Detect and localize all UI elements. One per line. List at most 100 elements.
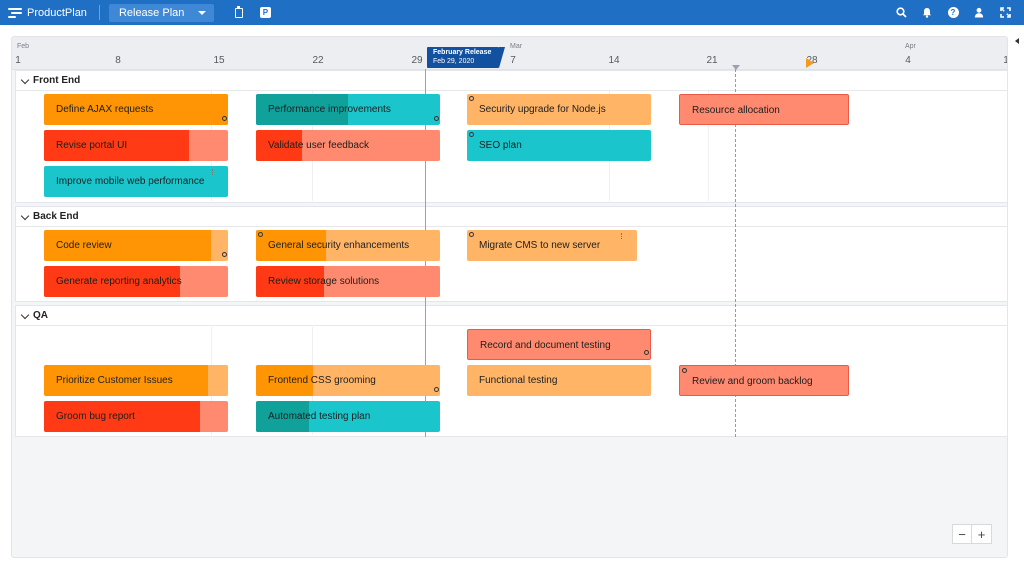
bar-revise-portal-ui[interactable]: Revise portal UI xyxy=(44,130,228,161)
bar-label: Review and groom backlog xyxy=(692,376,813,387)
bar-label: Performance improvements xyxy=(268,104,391,115)
clipboard-button[interactable] xyxy=(226,0,252,25)
bar-migrate-cms[interactable]: Migrate CMS to new server xyxy=(467,230,637,261)
drag-handle-icon[interactable] xyxy=(212,169,214,175)
chevron-down-icon[interactable] xyxy=(20,75,30,85)
bar-label: SEO plan xyxy=(479,140,522,151)
bar-seo-plan[interactable]: SEO plan xyxy=(467,130,651,161)
user-icon xyxy=(974,7,984,18)
bar-label: Frontend CSS grooming xyxy=(268,375,376,386)
milestone-name: February Release xyxy=(433,49,492,56)
bar-validate-user-feedback[interactable]: Validate user feedback xyxy=(256,130,440,161)
bar-performance-improvements[interactable]: Performance improvements xyxy=(256,94,440,125)
day-label: 1 xyxy=(1003,55,1007,66)
clipboard-icon xyxy=(235,5,244,18)
bar-groom-bug-report[interactable]: Groom bug report xyxy=(44,401,228,432)
bar-record-and-document-testing[interactable]: Record and document testing xyxy=(467,329,651,360)
dependency-icon[interactable] xyxy=(469,232,474,237)
productplan-logo[interactable]: ProductPlan xyxy=(8,0,87,25)
dependency-icon[interactable] xyxy=(222,252,227,257)
dependency-icon[interactable] xyxy=(469,132,474,137)
dependency-icon[interactable] xyxy=(434,116,439,121)
fullscreen-icon xyxy=(999,7,1011,18)
lane-header[interactable]: QA xyxy=(16,306,1007,326)
p-icon: P xyxy=(259,7,271,18)
bar-automated-testing-plan[interactable]: Automated testing plan xyxy=(256,401,440,432)
zoom-in-button[interactable]: + xyxy=(972,524,992,544)
bar-label: Improve mobile web performance xyxy=(56,176,205,187)
search-button[interactable] xyxy=(888,0,914,25)
bar-label: Define AJAX requests xyxy=(56,104,154,115)
dependency-icon[interactable] xyxy=(682,368,687,373)
logo-text: ProductPlan xyxy=(27,6,87,19)
bar-general-security-enhancements[interactable]: General security enhancements xyxy=(256,230,440,261)
timeline-header: Feb Mar Apr 1 8 15 22 29 7 14 21 28 4 1 … xyxy=(12,37,1007,70)
day-label: 1 xyxy=(15,55,21,66)
bar-label: Prioritize Customer Issues xyxy=(56,375,173,386)
day-label: 21 xyxy=(706,55,718,66)
fullscreen-button[interactable] xyxy=(992,0,1018,25)
milestone-flag[interactable]: February Release Feb 29, 2020 xyxy=(427,47,505,68)
user-button[interactable] xyxy=(966,0,992,25)
bar-label: Groom bug report xyxy=(56,411,135,422)
bar-define-ajax-requests[interactable]: Define AJAX requests xyxy=(44,94,228,125)
bar-label: Security upgrade for Node.js xyxy=(479,104,606,115)
zoom-out-button[interactable]: − xyxy=(952,524,972,544)
lane-title: Front End xyxy=(33,75,81,86)
bar-prioritize-customer-issues[interactable]: Prioritize Customer Issues xyxy=(44,365,228,396)
help-button[interactable]: ? xyxy=(940,0,966,25)
milestone-date: Feb 29, 2020 xyxy=(433,58,475,65)
logo-icon xyxy=(8,7,22,18)
bar-label: Functional testing xyxy=(479,375,558,386)
bar-label: Validate user feedback xyxy=(268,140,369,151)
dependency-icon[interactable] xyxy=(258,232,263,237)
bar-label: Review storage solutions xyxy=(268,276,380,287)
plan-select-dropdown[interactable]: Release Plan xyxy=(108,3,215,22)
bar-resource-allocation[interactable]: Resource allocation xyxy=(679,94,849,125)
bar-label: Automated testing plan xyxy=(268,411,371,422)
panel-toggle-icon[interactable] xyxy=(1015,38,1019,44)
month-label: Apr xyxy=(905,43,916,50)
bar-label: Code review xyxy=(56,240,112,251)
day-label: 7 xyxy=(510,55,516,66)
help-icon: ? xyxy=(947,7,959,18)
bar-functional-testing[interactable]: Functional testing xyxy=(467,365,651,396)
lane-title: QA xyxy=(33,310,48,321)
bar-frontend-css-grooming[interactable]: Frontend CSS grooming xyxy=(256,365,440,396)
month-label: Feb xyxy=(17,43,30,50)
chevron-down-icon[interactable] xyxy=(20,211,30,221)
bar-label: Migrate CMS to new server xyxy=(479,240,601,251)
bar-review-and-groom-backlog[interactable]: Review and groom backlog xyxy=(679,365,849,396)
day-label: 14 xyxy=(608,55,620,66)
bar-label: Resource allocation xyxy=(692,105,780,116)
bar-improve-mobile-web-performance[interactable]: Improve mobile web performance xyxy=(44,166,228,197)
p-button[interactable]: P xyxy=(252,0,278,25)
bar-review-storage-solutions[interactable]: Review storage solutions xyxy=(256,266,440,297)
dependency-icon[interactable] xyxy=(644,350,649,355)
day-label: 29 xyxy=(411,55,423,66)
search-icon xyxy=(895,7,907,18)
lane-header[interactable]: Back End xyxy=(16,207,1007,227)
day-label: 8 xyxy=(115,55,121,66)
bar-security-upgrade[interactable]: Security upgrade for Node.js xyxy=(467,94,651,125)
notifications-button[interactable] xyxy=(914,0,940,25)
lane-header[interactable]: Front End xyxy=(16,71,1007,91)
day-label: 4 xyxy=(905,55,911,66)
divider xyxy=(98,5,100,20)
caret-down-icon xyxy=(198,10,207,15)
month-label: Mar xyxy=(510,43,523,50)
lane-title: Back End xyxy=(33,211,79,222)
bar-code-review[interactable]: Code review xyxy=(44,230,228,261)
dependency-icon[interactable] xyxy=(469,96,474,101)
drag-handle-icon[interactable] xyxy=(621,233,623,239)
chevron-down-icon[interactable] xyxy=(20,310,30,320)
bar-generate-reporting-analytics[interactable]: Generate reporting analytics xyxy=(44,266,228,297)
dependency-icon[interactable] xyxy=(434,387,439,392)
plan-select-label: Release Plan xyxy=(118,6,185,19)
dependency-icon[interactable] xyxy=(222,116,227,121)
bar-label: General security enhancements xyxy=(268,240,410,251)
bar-label: Generate reporting analytics xyxy=(56,276,182,287)
orange-milestone-flag-icon[interactable] xyxy=(806,58,814,68)
day-label: 22 xyxy=(312,55,324,66)
bar-label: Revise portal UI xyxy=(56,140,128,151)
